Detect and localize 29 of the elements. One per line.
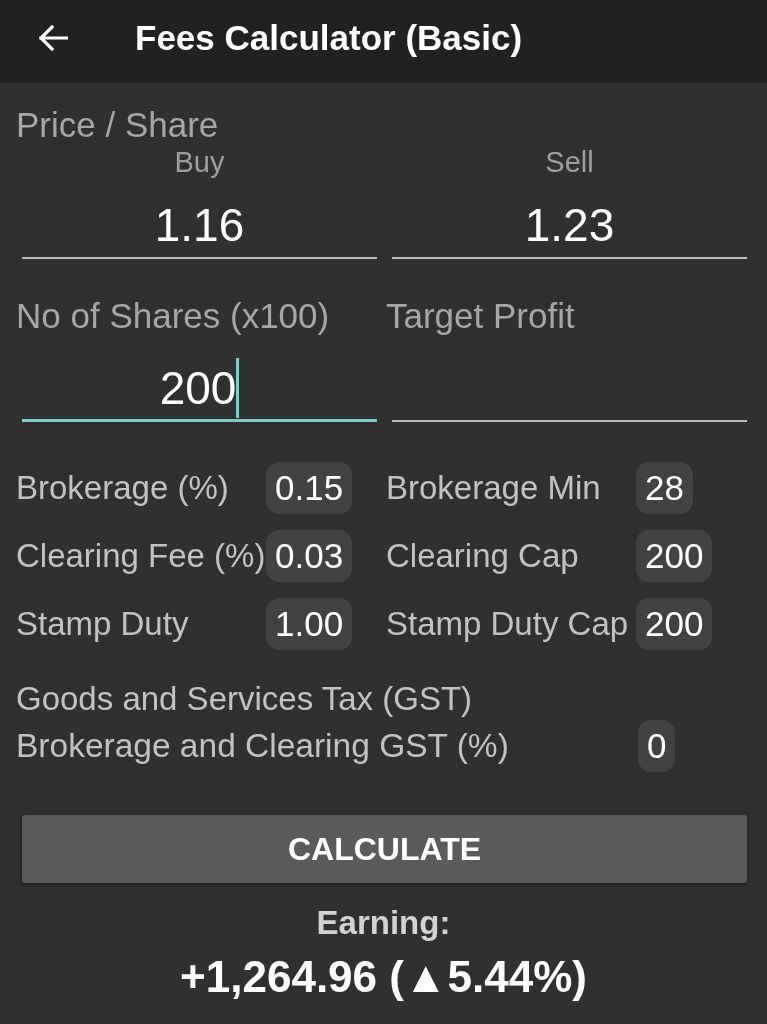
input-field[interactable]: 1.16 [22, 197, 377, 259]
fee-label: Brokerage Min [386, 468, 602, 508]
fee-label: Clearing Cap [386, 536, 580, 576]
calculate-button[interactable]: CALCULATE [22, 815, 747, 883]
value-field[interactable]: 200 [636, 530, 713, 582]
back-icon[interactable] [38, 24, 68, 51]
result-value: +1,264.96 (▲5.44%) [180, 951, 587, 1003]
fee-label: Stamp Duty Cap [386, 604, 630, 644]
value-field[interactable]: 1.00 [266, 598, 353, 650]
field-label: No of Shares (x100) [16, 297, 331, 335]
result-label: Earning: [316, 903, 451, 943]
section-label: Price / Share [16, 106, 220, 144]
screen-title: Fees Calculator (Basic) [135, 16, 523, 59]
value-field[interactable]: 28 [636, 462, 693, 514]
value-field[interactable]: 200 [636, 598, 713, 650]
field-label: Target Profit [386, 297, 576, 335]
text-cursor-icon [236, 357, 240, 418]
value-field[interactable]: 0.03 [266, 530, 353, 582]
fee-label: Stamp Duty [16, 604, 190, 644]
section-heading: Goods and Services Tax (GST) [16, 680, 474, 718]
field-label: Brokerage and Clearing GST (%) [16, 726, 510, 766]
fee-label: Brokerage (%) [16, 468, 230, 508]
field-label: Sell [544, 145, 595, 180]
value-field[interactable]: 0 [638, 720, 676, 772]
input-field[interactable]: 200 [22, 360, 377, 422]
fee-label: Clearing Fee (%) [16, 536, 266, 576]
value-field[interactable]: 0.15 [266, 462, 353, 514]
field-label: Buy [173, 145, 226, 180]
input-field[interactable]: 1.23 [392, 197, 747, 259]
